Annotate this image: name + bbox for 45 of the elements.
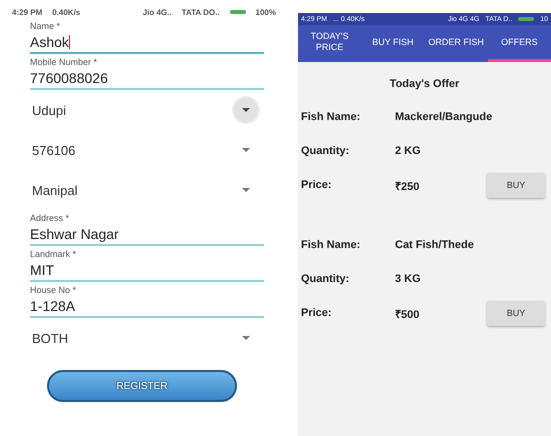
row-label: Quantity: — [301, 145, 350, 157]
dropdown-arrow-icon — [242, 336, 250, 340]
row-label: Fish Name: — [301, 111, 362, 123]
price-value: ₹250 — [395, 180, 420, 192]
dropdown-arrow-icon — [242, 148, 250, 152]
dropdown-arrow-icon — [242, 108, 250, 112]
price-value: ₹500 — [395, 308, 420, 320]
tab[interactable]: TODAY'S PRICE — [298, 25, 362, 62]
row-label: Price: — [301, 179, 333, 191]
fish-name: Cat Fish/Thede — [395, 239, 475, 251]
dropdown[interactable]: BOTH — [30, 318, 264, 358]
buy-button[interactable]: BUY — [487, 172, 545, 198]
field-label: Name * — [30, 21, 60, 31]
buy-button[interactable]: BUY — [487, 300, 545, 326]
battery-icon — [230, 10, 246, 14]
network-speed: 0.40K/s — [52, 8, 80, 16]
tab[interactable]: ORDER FISH — [424, 25, 488, 62]
quantity-value: 3 KG — [395, 273, 422, 285]
row-label: Quantity: — [301, 273, 350, 285]
dropdown[interactable]: 576106 — [30, 130, 264, 170]
row-label: Fish Name: — [301, 239, 362, 251]
offer-title: Today's Offer — [388, 78, 460, 90]
tab[interactable]: BUY FISH — [361, 25, 424, 62]
carrier-name: TATA DO.. — [182, 8, 220, 16]
input-field[interactable]: MIT — [30, 259, 264, 282]
battery-icon — [518, 17, 534, 21]
quantity-value: 2 KG — [395, 145, 422, 157]
input-field[interactable]: Ashok — [30, 31, 264, 54]
fish-name: Mackerel/Bangude — [395, 111, 494, 123]
dropdown[interactable]: Udupi — [30, 90, 264, 130]
dropdown-arrow-icon — [242, 188, 250, 192]
dropdown-toggle[interactable] — [234, 98, 258, 122]
input-field[interactable]: 1-128A — [30, 295, 264, 318]
carrier-name: Jio 4G.. — [142, 8, 172, 16]
battery-percent: 100% — [256, 8, 276, 16]
tab[interactable]: OFFERS — [488, 25, 551, 62]
field-label: Landmark * — [30, 249, 76, 259]
status-time: 4:29 PM — [12, 8, 42, 16]
input-field[interactable]: 7760088026 — [30, 67, 264, 90]
field-label: Address * — [30, 213, 70, 223]
row-label: Price: — [301, 307, 333, 319]
field-label: Mobile Number * — [30, 57, 98, 67]
dropdown[interactable]: Manipal — [30, 170, 264, 210]
input-field[interactable]: Eshwar Nagar — [30, 223, 264, 246]
field-label: House No * — [30, 285, 76, 295]
